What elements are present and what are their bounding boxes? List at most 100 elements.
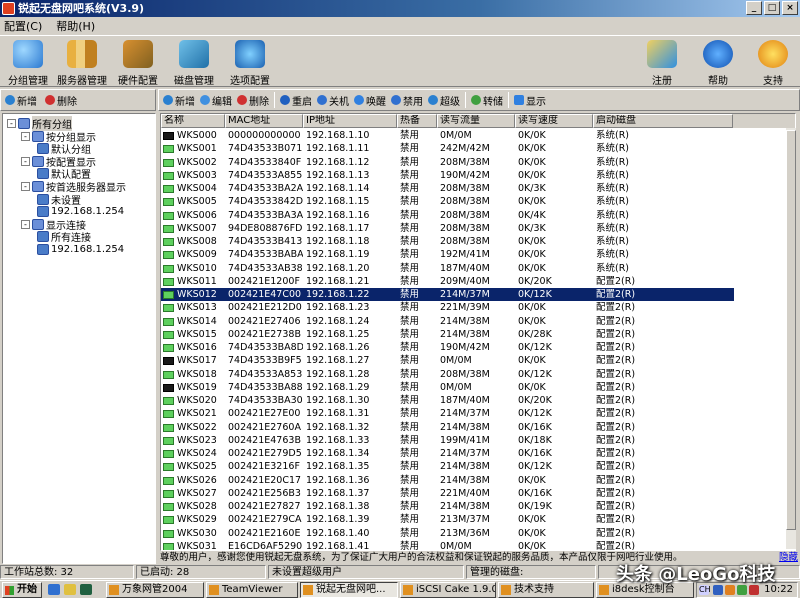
table-row[interactable]: WKS012 002421E47C00 192.168.1.22 禁用 214M/37M… [161, 288, 734, 302]
tray-shield-icon[interactable] [737, 585, 747, 595]
table-row[interactable]: WKS018 74D43533A853 192.168.1.28 禁用 208M/38M… [161, 368, 734, 381]
start-button[interactable]: 开始 [2, 582, 42, 598]
tree-node[interactable]: 所有连接 [37, 230, 91, 244]
tree-node[interactable]: 192.168.1.254 [37, 243, 124, 256]
minimize-button[interactable]: _ [746, 1, 762, 15]
tree-delete-button[interactable]: 删除 [45, 93, 77, 108]
table-cell: WKS026 [177, 474, 217, 486]
language-indicator[interactable]: CH [699, 585, 711, 595]
column-header[interactable]: 名称 [161, 114, 225, 128]
tree-node[interactable]: 未设置 [37, 193, 81, 207]
table-row[interactable]: WKS002 74D43533840F 192.168.1.12 禁用 208M/38M… [161, 156, 734, 169]
column-header[interactable]: 热备 [397, 114, 437, 128]
table-row[interactable]: WKS027 002421E256B3 192.168.1.37 禁用 221M/40M… [161, 487, 734, 500]
display-button[interactable]: 显示 [514, 93, 546, 108]
help-button[interactable]: 帮助 [690, 38, 746, 87]
table-cell: 208M/38M [440, 183, 490, 194]
taskbar-button[interactable]: TeamViewer [206, 582, 298, 598]
table-row[interactable]: WKS020 74D43533BA30 192.168.1.30 禁用 187M/40M… [161, 394, 734, 407]
table-row[interactable]: WKS031 E16CD6AF5290 192.168.1.41 禁用 0M/0M 0K/… [161, 540, 734, 550]
table-row[interactable]: WKS007 94DE808876FD 192.168.1.17 禁用 208M/38M… [161, 222, 734, 235]
table-row[interactable]: WKS023 002421E4763B 192.168.1.33 禁用 199M/41M… [161, 434, 734, 447]
tree-expander[interactable]: - [21, 156, 30, 166]
server-manage-button[interactable]: 服务器管理 [54, 38, 110, 87]
quicklaunch-ie-icon[interactable] [48, 584, 60, 595]
group-manage-button[interactable]: 分组管理 [0, 38, 56, 87]
table-cell: 94DE808876FD [228, 222, 303, 234]
column-header[interactable]: 读写流量 [437, 114, 515, 128]
table-row[interactable]: WKS004 74D43533BA2A 192.168.1.14 禁用 208M/38M… [161, 182, 734, 195]
table-cell: 213M/36M [440, 527, 490, 539]
tree-expander[interactable]: - [21, 131, 30, 141]
table-row[interactable]: WKS024 002421E279D5 192.168.1.34 禁用 214M/37M… [161, 447, 734, 460]
table-row[interactable]: WKS028 002421E27827 192.168.1.38 禁用 214M/38M… [161, 500, 734, 513]
table-row[interactable]: WKS008 74D43533B413 192.168.1.18 禁用 208M/38M… [161, 235, 734, 248]
super-button[interactable]: 超级 [428, 93, 460, 108]
table-cell: 192.168.1.24 [306, 315, 370, 327]
workstation-icon [163, 304, 174, 313]
column-header[interactable]: IP地址 [303, 114, 397, 128]
column-header[interactable]: 读写速度 [515, 114, 593, 128]
table-row[interactable]: WKS010 74D43533AB38 192.168.1.20 禁用 187M/40M… [161, 262, 734, 275]
table-row[interactable]: WKS013 002421E212D0 192.168.1.23 禁用 221M/39M… [161, 301, 734, 314]
disable-button[interactable]: 禁用 [391, 93, 423, 108]
table-row[interactable]: WKS026 002421E20C17 192.168.1.36 禁用 214M/38M… [161, 474, 734, 487]
quicklaunch-folder-icon[interactable] [64, 584, 76, 595]
taskbar-button[interactable]: 技术支持 [498, 582, 594, 598]
disk-manage-button[interactable]: 磁盘管理 [166, 38, 222, 87]
table-row[interactable]: WKS005 74D43533842D 192.168.1.15 禁用 208M/38M… [161, 195, 734, 208]
table-row[interactable]: WKS015 002421E2738B 192.168.1.25 禁用 214M/38M… [161, 328, 734, 341]
wake-button[interactable]: 唤醒 [354, 93, 386, 108]
edit-button[interactable]: 编辑 [200, 93, 232, 108]
table-row[interactable]: WKS021 002421E27E00 192.168.1.31 禁用 214M/37M… [161, 407, 734, 420]
table-row[interactable]: WKS016 74D43533BA8D 192.168.1.26 禁用 190M/42M… [161, 341, 734, 354]
close-button[interactable]: × [782, 1, 798, 15]
tray-app-icon[interactable] [725, 585, 735, 595]
table-row[interactable]: WKS003 74D43533A855 192.168.1.13 禁用 190M/42M… [161, 169, 734, 182]
tree-expander[interactable]: - [21, 219, 30, 229]
menu-config[interactable]: 配置(C) [4, 18, 42, 34]
dump-button[interactable]: 转储 [471, 93, 503, 108]
taskbar-button[interactable]: 锐起无盘网吧... [300, 582, 398, 598]
tray-alert-icon[interactable] [749, 585, 759, 595]
table-vertical-scrollbar[interactable] [786, 128, 796, 549]
hide-notice-link[interactable]: 隐藏 [779, 551, 798, 564]
support-button[interactable]: 支持 [745, 38, 800, 87]
table-row[interactable]: WKS019 74D43533BA88 192.168.1.29 禁用 0M/0M 0K/… [161, 381, 734, 394]
table-row[interactable]: WKS001 74D43533B071 192.168.1.11 禁用 242M/42M… [161, 142, 734, 155]
quicklaunch-desktop-icon[interactable] [80, 584, 92, 595]
delete-button[interactable]: 删除 [237, 93, 269, 108]
tree-add-button[interactable]: 新增 [5, 93, 37, 108]
table-row[interactable]: WKS000 000000000000 192.168.1.10 禁用 0M/0M 0K/… [161, 129, 734, 142]
table-cell: 221M/40M [440, 487, 490, 499]
table-cell: 192.168.1.29 [306, 381, 370, 393]
register-button[interactable]: 注册 [634, 38, 690, 87]
tree-expander[interactable]: - [7, 119, 16, 128]
workstation-icon [163, 529, 174, 538]
table-row[interactable]: WKS009 74D43533BABA 192.168.1.19 禁用 192M/41M… [161, 248, 734, 261]
hardware-config-button[interactable]: 硬件配置 [110, 38, 166, 87]
add-button[interactable]: 新增 [163, 93, 195, 108]
tray-network-icon[interactable] [713, 585, 723, 595]
maximize-button[interactable]: □ [764, 1, 780, 15]
table-row[interactable]: WKS006 74D43533BA3A 192.168.1.16 禁用 208M/38M… [161, 209, 734, 222]
tree-expander[interactable]: - [21, 182, 30, 191]
column-header[interactable]: MAC地址 [225, 114, 303, 128]
taskbar-button[interactable]: iSCSI Cake 1.9.0... [400, 582, 496, 598]
workstation-icon [163, 158, 174, 167]
shutdown-button[interactable]: 关机 [317, 93, 349, 108]
table-row[interactable]: WKS011 002421E1200F 192.168.1.21 禁用 209M/40M… [161, 275, 734, 288]
scrollbar-thumb[interactable] [786, 130, 796, 530]
table-cell: 002421E2160E [228, 527, 301, 539]
options-config-button[interactable]: 选项配置 [222, 38, 278, 87]
restart-button[interactable]: 重启 [280, 93, 312, 108]
taskbar-button[interactable]: 万象网管2004 [106, 582, 204, 598]
table-row[interactable]: WKS014 002421E27406 192.168.1.24 禁用 214M/38M… [161, 315, 734, 328]
table-row[interactable]: WKS025 002421E3216F 192.168.1.35 禁用 214M/38M… [161, 460, 734, 473]
menu-help[interactable]: 帮助(H) [56, 18, 95, 34]
table-row[interactable]: WKS030 002421E2160E 192.168.1.40 禁用 213M/36M… [161, 527, 734, 540]
column-header[interactable]: 启动磁盘 [593, 114, 733, 128]
table-row[interactable]: WKS029 002421E279CA 192.168.1.39 禁用 213M/37M… [161, 513, 734, 526]
table-row[interactable]: WKS022 002421E2760A 192.168.1.32 禁用 214M/38M… [161, 421, 734, 434]
table-row[interactable]: WKS017 74D43533B9F5 192.168.1.27 禁用 0M/0M 0K/… [161, 354, 734, 367]
